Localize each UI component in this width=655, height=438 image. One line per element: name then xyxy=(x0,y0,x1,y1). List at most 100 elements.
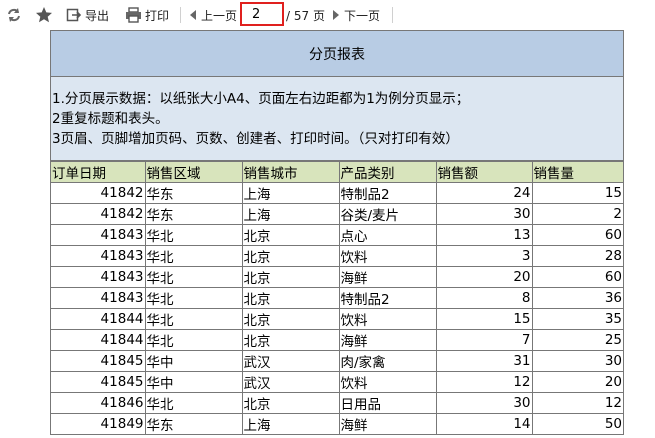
divider xyxy=(180,7,181,23)
column-header: 销售区域 xyxy=(144,161,243,183)
table-cell: 北京 xyxy=(241,287,340,309)
sales-table: 订单日期 销售区域 销售城市 产品类别 销售额 销售量 41842 华东 上海 特制品… xyxy=(51,161,623,435)
table-cell: 北京 xyxy=(241,266,340,288)
print-button[interactable]: 打印 xyxy=(125,5,169,25)
triangle-right-icon xyxy=(333,10,339,20)
table-cell: 华北 xyxy=(144,245,243,267)
table-cell: 28 xyxy=(531,245,623,267)
paged-report: 分页报表 1.分页展示数据：以纸张大小A4、页面左右边距都为1为例分页显示； 2… xyxy=(50,30,624,435)
table-cell: 41843 xyxy=(51,287,146,309)
table-cell: 华北 xyxy=(144,266,243,288)
refresh-icon[interactable] xyxy=(4,5,24,25)
table-cell: 24 xyxy=(435,182,533,204)
table-cell: 41849 xyxy=(51,413,146,435)
next-page-button[interactable]: 下一页 xyxy=(331,5,380,25)
table-cell: 30 xyxy=(435,203,533,225)
table-cell: 上海 xyxy=(241,413,340,435)
column-header: 销售城市 xyxy=(241,161,340,183)
table-cell: 上海 xyxy=(241,203,340,225)
table-cell: 50 xyxy=(531,413,623,435)
table-cell: 41844 xyxy=(51,308,146,330)
table-cell: 北京 xyxy=(241,245,340,267)
table-cell: 41842 xyxy=(51,203,146,225)
table-cell: 饮料 xyxy=(338,245,437,267)
table-cell: 41846 xyxy=(51,392,146,414)
print-label: 打印 xyxy=(145,8,170,23)
export-button[interactable]: 导出 xyxy=(66,5,109,25)
table-cell: 华东 xyxy=(144,182,243,204)
table-cell: 15 xyxy=(435,308,533,330)
table-cell: 饮料 xyxy=(338,308,437,330)
report-toolbar: 导出 打印 上一页 / 57 页 下一页 xyxy=(0,0,655,30)
table-cell: 15 xyxy=(531,182,623,204)
table-cell: 31 xyxy=(435,350,533,372)
table-cell: 北京 xyxy=(241,308,340,330)
prev-page-button[interactable]: 上一页 xyxy=(188,5,237,25)
page-number-input[interactable] xyxy=(240,2,284,26)
table-cell: 8 xyxy=(435,287,533,309)
table-cell: 武汉 xyxy=(241,371,340,393)
note-line: 1.分页展示数据：以纸张大小A4、页面左右边距都为1为例分页显示； xyxy=(52,91,470,107)
table-cell: 12 xyxy=(531,392,623,414)
table-cell: 20 xyxy=(531,371,623,393)
table-cell: 13 xyxy=(435,224,533,246)
table-row: 41843 华北 北京 点心 13 60 xyxy=(51,224,623,246)
table-cell: 点心 xyxy=(338,224,437,246)
table-row: 41844 华北 北京 海鲜 7 25 xyxy=(51,329,623,351)
table-cell: 41843 xyxy=(51,266,146,288)
table-cell: 特制品2 xyxy=(338,182,437,204)
next-page-label: 下一页 xyxy=(344,8,381,23)
table-cell: 60 xyxy=(531,266,623,288)
table-cell: 北京 xyxy=(241,329,340,351)
divider xyxy=(392,7,393,23)
table-cell: 华中 xyxy=(144,350,243,372)
table-cell: 2 xyxy=(531,203,623,225)
print-icon xyxy=(126,7,141,23)
table-row: 41843 华北 北京 特制品2 8 36 xyxy=(51,287,623,309)
table-cell: 海鲜 xyxy=(338,266,437,288)
table-cell: 特制品2 xyxy=(338,287,437,309)
table-cell: 60 xyxy=(531,224,623,246)
page-total-label: / 57 页 xyxy=(286,9,325,23)
export-label: 导出 xyxy=(85,8,110,23)
table-header-row: 订单日期 销售区域 销售城市 产品类别 销售额 销售量 xyxy=(51,161,623,183)
table-cell: 41843 xyxy=(51,224,146,246)
table-cell: 41845 xyxy=(51,371,146,393)
table-cell: 14 xyxy=(435,413,533,435)
table-cell: 华东 xyxy=(144,203,243,225)
table-cell: 41844 xyxy=(51,329,146,351)
table-cell: 25 xyxy=(531,329,623,351)
star-icon[interactable] xyxy=(34,5,54,25)
report-title: 分页报表 xyxy=(51,30,623,77)
prev-page-label: 上一页 xyxy=(201,8,238,23)
table-cell: 30 xyxy=(531,350,623,372)
table-cell: 饮料 xyxy=(338,371,437,393)
table-cell: 41845 xyxy=(51,350,146,372)
table-cell: 华北 xyxy=(144,287,243,309)
note-line: 2重复标题和表头。 xyxy=(52,111,169,127)
table-cell: 12 xyxy=(435,371,533,393)
table-cell: 华北 xyxy=(144,224,243,246)
report-notes: 1.分页展示数据：以纸张大小A4、页面左右边距都为1为例分页显示； 2重复标题和… xyxy=(51,77,623,161)
table-row: 41849 华东 上海 海鲜 14 50 xyxy=(51,413,623,435)
table-cell: 36 xyxy=(531,287,623,309)
table-row: 41844 华北 北京 饮料 15 35 xyxy=(51,308,623,330)
table-row: 41843 华北 北京 海鲜 20 60 xyxy=(51,266,623,288)
table-cell: 北京 xyxy=(241,392,340,414)
export-icon xyxy=(66,8,82,22)
column-header: 订单日期 xyxy=(51,161,146,183)
table-cell: 35 xyxy=(531,308,623,330)
table-cell: 上海 xyxy=(241,182,340,204)
table-cell: 41843 xyxy=(51,245,146,267)
table-cell: 20 xyxy=(435,266,533,288)
table-cell: 肉/家禽 xyxy=(338,350,437,372)
column-header: 销售量 xyxy=(531,161,623,183)
table-cell: 海鲜 xyxy=(338,329,437,351)
table-cell: 华北 xyxy=(144,329,243,351)
table-cell: 7 xyxy=(435,329,533,351)
table-cell: 华东 xyxy=(144,413,243,435)
table-row: 41842 华东 上海 谷类/麦片 30 2 xyxy=(51,203,623,225)
column-header: 销售额 xyxy=(435,161,533,183)
table-cell: 华北 xyxy=(144,392,243,414)
note-line: 3页眉、页脚增加页码、页数、创建者、打印时间。（只对打印有效） xyxy=(52,131,459,147)
